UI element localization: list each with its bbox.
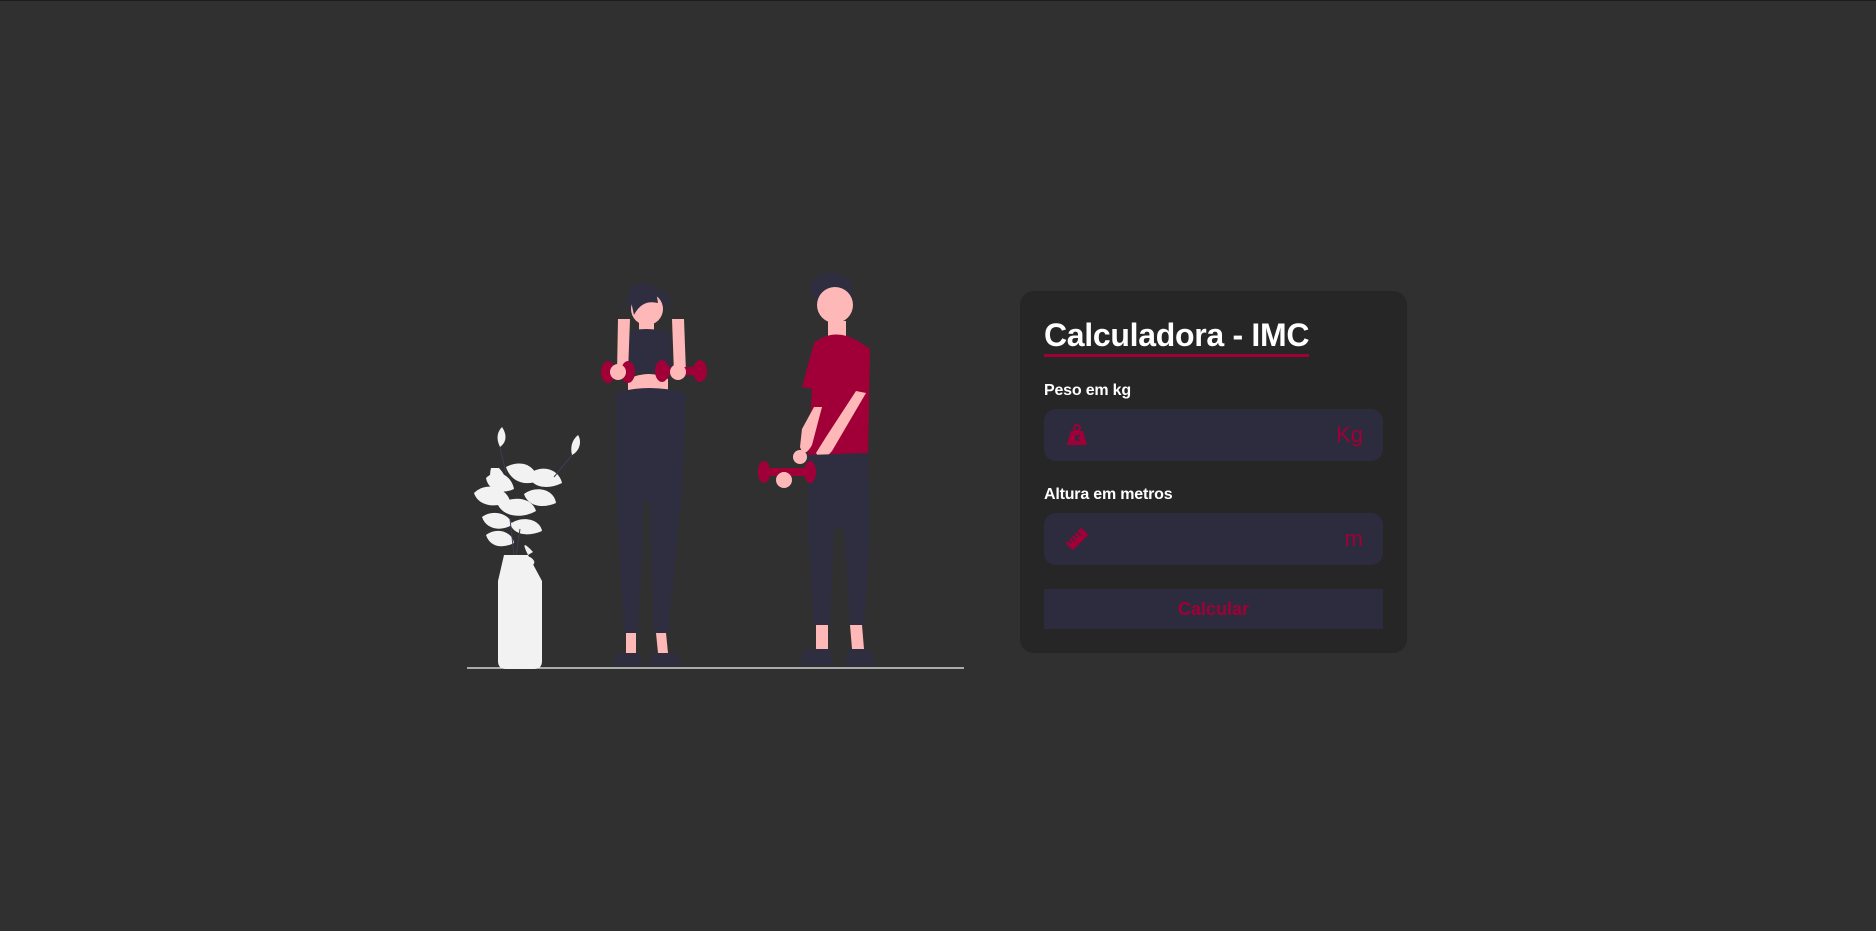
weight-field[interactable]: Kg xyxy=(1044,409,1383,461)
bmi-calculator-card: Calculadora - IMC Peso em kg Kg Altura e… xyxy=(1020,291,1407,653)
height-field[interactable]: m xyxy=(1044,513,1383,565)
weight-label: Peso em kg xyxy=(1044,382,1131,399)
fitness-illustration xyxy=(466,269,966,673)
weight-input[interactable] xyxy=(1090,409,1337,461)
ruler-icon xyxy=(1064,526,1090,552)
height-unit: m xyxy=(1344,526,1363,551)
height-label: Altura em metros xyxy=(1044,486,1173,503)
page-title: Calculadora - IMC xyxy=(1044,317,1309,357)
man-figure xyxy=(758,272,876,665)
plant-illustration xyxy=(474,427,580,669)
height-input[interactable] xyxy=(1090,513,1345,565)
weight-icon xyxy=(1064,422,1090,448)
calculate-button[interactable]: Calcular xyxy=(1044,589,1383,629)
page: Calculadora - IMC Peso em kg Kg Altura e… xyxy=(0,0,1876,931)
woman-figure xyxy=(601,283,707,665)
weight-unit: Kg xyxy=(1336,422,1363,447)
